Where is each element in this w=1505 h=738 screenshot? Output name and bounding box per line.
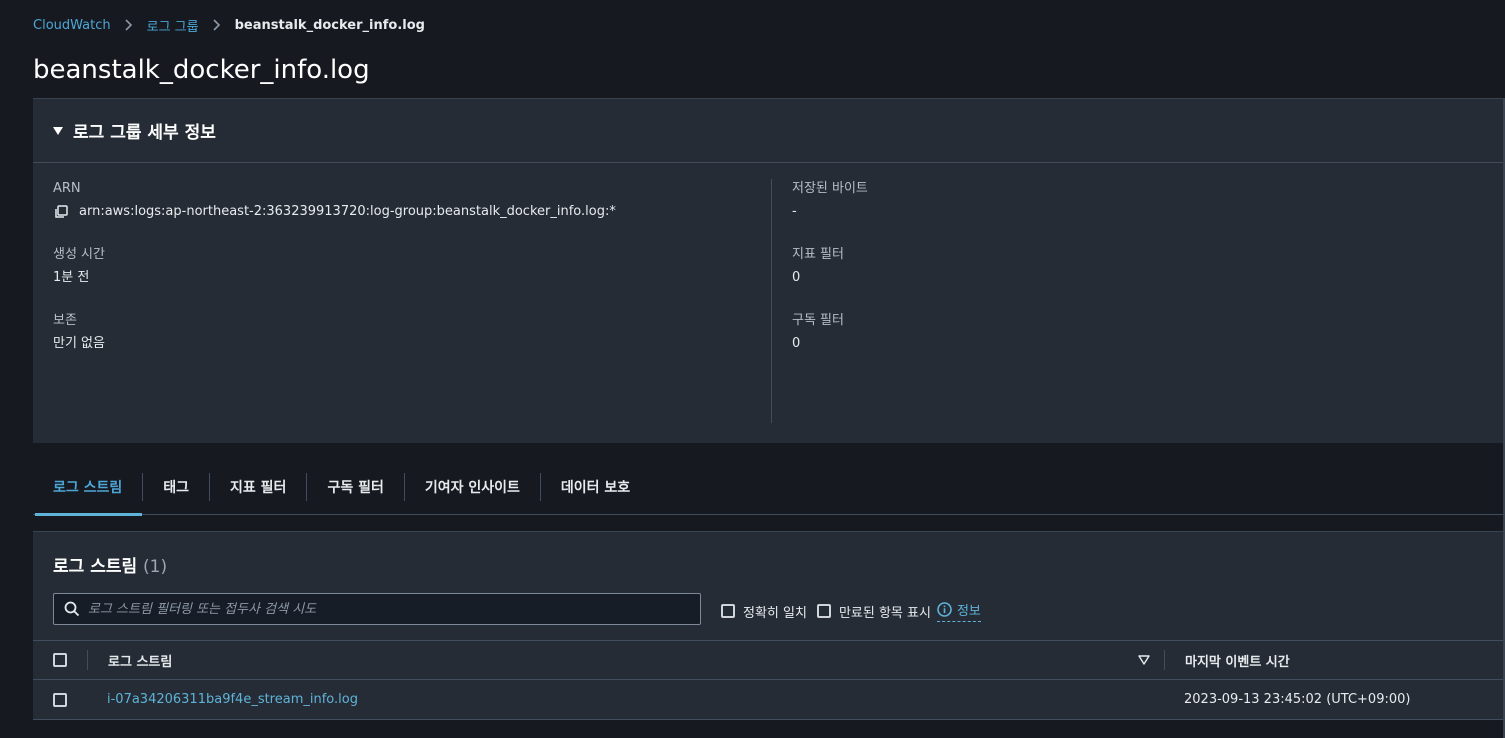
column-header-log-stream-label: 로그 스트림 [108,654,173,670]
arn-value-row: arn:aws:logs:ap-northeast-2:363239913720… [53,199,771,225]
show-expired-label: 만료된 항목 표시 [838,605,931,621]
tab-data-protection[interactable]: 데이터 보호 [541,459,650,515]
show-expired-checkbox[interactable] [816,604,831,618]
metric-filters-label: 지표 필터 [792,247,844,262]
stream-search[interactable] [53,593,701,625]
details-title: 로그 그룹 세부 정보 [73,123,216,143]
table-header: 로그 스트림 마지막 이벤트 시간 [33,640,1505,680]
arn-field: ARN arn:aws:logs:ap-northeast-2:36323991… [53,179,771,245]
stored-bytes-field: 저장된 바이트 - [792,179,868,245]
stored-bytes-value: - [792,204,797,219]
stream-filters: 정확히 일치 만료된 항목 표시 정보 [721,600,981,622]
details-header[interactable]: 로그 그룹 세부 정보 [33,99,1505,163]
search-icon [64,601,80,617]
tab-log-streams[interactable]: 로그 스트림 [33,459,143,516]
tab-subscription-filters[interactable]: 구독 필터 [307,459,403,515]
created-value: 1분 전 [53,270,90,285]
column-header-log-stream[interactable]: 로그 스트림 [88,651,1164,670]
breadcrumb-current: beanstalk_docker_info.log [234,17,425,33]
exact-match-toggle[interactable]: 정확히 일치 [721,602,807,621]
show-expired-toggle[interactable]: 만료된 항목 표시 [816,602,931,621]
breadcrumb: CloudWatch 로그 그룹 beanstalk_docker_info.l… [33,16,425,35]
subscription-filters-label: 구독 필터 [792,313,844,328]
sort-descending-icon[interactable] [1138,655,1150,665]
retention-field: 보존 만기 없음 [53,311,771,377]
tab-metric-filters[interactable]: 지표 필터 [210,459,306,515]
table-row: i-07a34206311ba9f4e_stream_info.log 2023… [33,680,1505,720]
arn-value: arn:aws:logs:ap-northeast-2:363239913720… [79,204,616,219]
info-link[interactable]: 정보 [936,600,981,622]
details-left-column: ARN arn:aws:logs:ap-northeast-2:36323991… [53,179,771,377]
last-event-time: 2023-09-13 23:45:02 (UTC+09:00) [1184,692,1411,707]
chevron-right-icon [213,19,221,31]
search-input[interactable] [88,601,688,617]
log-group-details-panel: 로그 그룹 세부 정보 ARN arn:aws:logs:ap-northeas… [33,98,1505,443]
streams-count: (1) [143,557,168,577]
arn-label: ARN [53,181,81,196]
metric-filters-value: 0 [792,270,801,285]
details-right-column: 저장된 바이트 - 지표 필터 0 구독 필터 0 [792,179,868,377]
tab-tags[interactable]: 태그 [143,459,209,515]
row-select-cell [33,692,87,707]
info-icon [937,602,952,617]
breadcrumb-log-groups[interactable]: 로그 그룹 [147,16,199,35]
cloudwatch-log-group-page: CloudWatch 로그 그룹 beanstalk_docker_info.l… [0,0,1505,738]
row-checkbox[interactable] [53,692,67,707]
created-label: 생성 시간 [53,247,105,262]
select-all-checkbox[interactable] [53,653,67,667]
metric-filters-field: 지표 필터 0 [792,245,868,311]
exact-match-label: 정확히 일치 [743,605,807,621]
page-title: beanstalk_docker_info.log [33,55,370,85]
column-header-last-event[interactable]: 마지막 이벤트 시간 [1165,651,1290,670]
info-label: 정보 [956,604,981,619]
breadcrumb-cloudwatch[interactable]: CloudWatch [33,18,111,33]
tab-contributor-insights[interactable]: 기여자 인사이트 [405,459,540,515]
column-divider [771,179,772,423]
created-field: 생성 시간 1분 전 [53,245,771,311]
retention-label: 보존 [53,313,77,328]
select-all-cell [33,653,87,667]
streams-title: 로그 스트림 (1) [53,552,167,577]
caret-down-icon[interactable] [53,126,63,135]
subscription-filters-field: 구독 필터 0 [792,311,868,377]
exact-match-checkbox[interactable] [721,604,735,618]
subscription-filters-value: 0 [792,336,801,351]
log-streams-panel: 로그 스트림 (1) 정확히 일치 만료된 항목 표시 [33,531,1505,720]
chevron-right-icon [125,19,133,31]
streams-title-text: 로그 스트림 [53,557,138,577]
log-stream-link[interactable]: i-07a34206311ba9f4e_stream_info.log [87,692,1164,707]
retention-value: 만기 없음 [53,336,105,351]
copy-icon[interactable] [53,204,73,220]
stored-bytes-label: 저장된 바이트 [792,181,868,196]
tab-bar: 로그 스트림 태그 지표 필터 구독 필터 기여자 인사이트 데이터 보호 [33,459,1505,516]
